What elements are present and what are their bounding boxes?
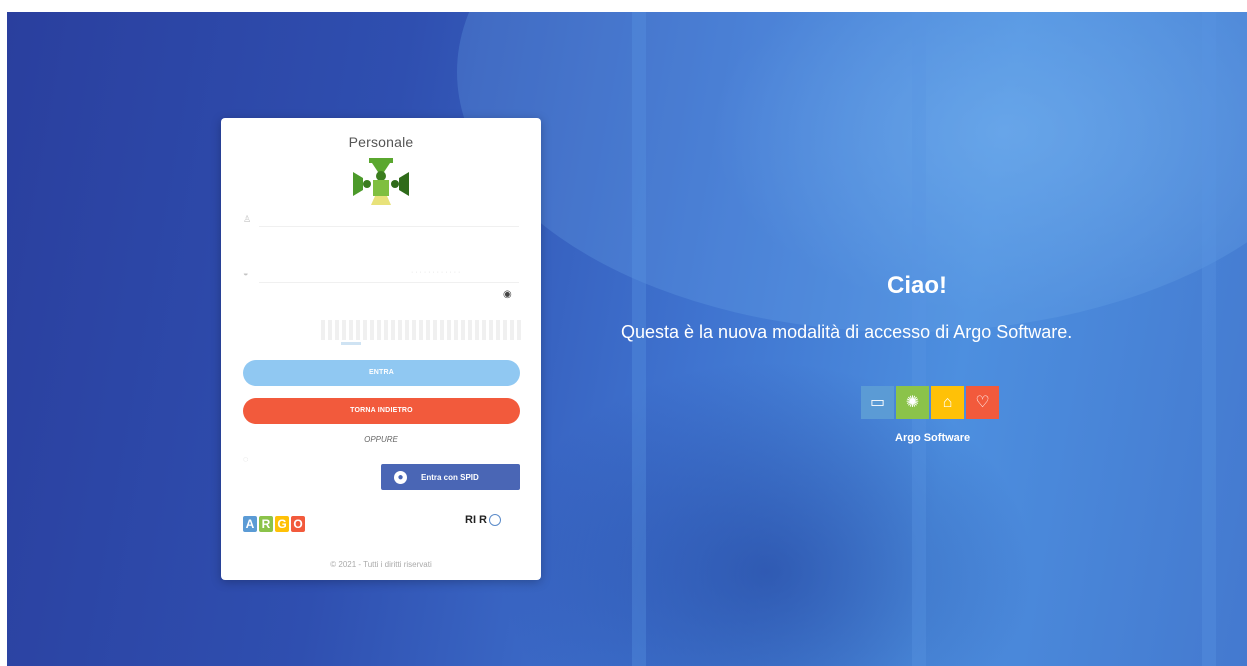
background-wave	[457, 12, 1247, 332]
back-button[interactable]: TORNA INDIETRO	[243, 398, 520, 424]
house-icon: ⌂	[931, 386, 964, 419]
partner-logo: RI R	[465, 514, 501, 527]
or-divider-label: OPPURE	[364, 435, 398, 444]
partner-logo-circle	[489, 514, 501, 527]
lightbulb-icon: ✺	[896, 386, 929, 419]
argo-logo-letter: G	[275, 516, 289, 532]
welcome-message: Questa è la nuova modalità di accesso di…	[621, 322, 1073, 342]
password-placeholder: · · · · · · · · · · · ·	[411, 269, 461, 276]
captcha-icon: ◌	[243, 454, 249, 464]
brand-name: Argo Software	[895, 432, 971, 444]
argo-logo-letter: O	[291, 516, 305, 532]
greeting-heading: Ciao!	[887, 272, 947, 299]
eye-icon[interactable]: ◉	[503, 289, 512, 300]
login-card: Personale ♙ ◒ · · · · · · · · · · · · ◉ …	[221, 118, 541, 580]
partner-logo-text: RI R	[465, 514, 487, 526]
captcha-field[interactable]	[321, 320, 521, 340]
lock-icon: ◒	[243, 268, 249, 278]
captcha-link[interactable]	[341, 342, 361, 345]
monitor-icon: ▭	[861, 386, 894, 419]
school-logo	[353, 158, 409, 205]
spid-login-button[interactable]: ● Entra con SPID	[381, 464, 520, 490]
heart-icon: ♡	[966, 386, 999, 419]
username-input[interactable]	[259, 226, 519, 227]
argo-software-logo: ▭ ✺ ⌂ ♡ Argo Software	[861, 386, 1011, 448]
login-title: Personale	[348, 134, 414, 150]
spid-icon: ●	[394, 470, 407, 484]
argo-logo-letter: R	[259, 516, 273, 532]
user-icon: ♙	[243, 214, 252, 224]
copyright-footer: © 2021 - Tutti i diritti riservati	[330, 560, 432, 569]
password-input[interactable]	[259, 282, 519, 283]
enter-button[interactable]: ENTRA	[243, 360, 520, 386]
argo-logo: A R G O	[243, 516, 305, 532]
spid-button-label: Entra con SPID	[421, 472, 479, 482]
argo-logo-letter: A	[243, 516, 257, 532]
